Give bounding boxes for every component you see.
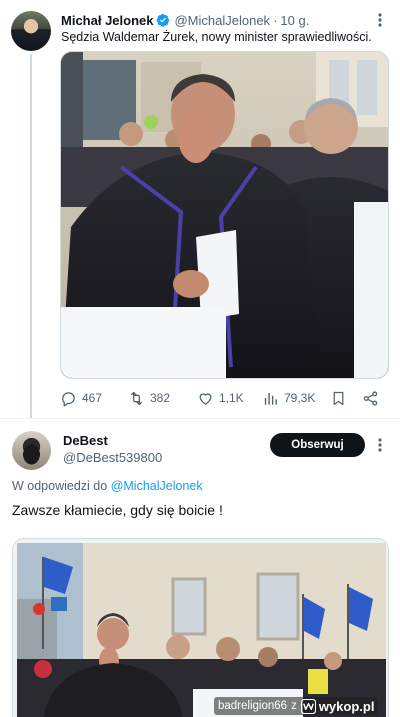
author-avatar[interactable]	[11, 11, 51, 51]
share-button[interactable]	[362, 388, 384, 408]
reply-author-avatar[interactable]	[12, 431, 51, 470]
wykop-watermark: badreligion66 z wykop.pl	[214, 697, 379, 715]
views-icon	[264, 392, 277, 405]
tweet-photo[interactable]	[60, 51, 389, 379]
author-handle[interactable]: @MichalJelonek	[174, 13, 270, 28]
watermark-site: wykop.pl	[318, 698, 375, 714]
tweet-actions: 467 382 1,1K 79,3K	[60, 388, 388, 408]
bookmark-icon	[333, 391, 344, 405]
replying-to: W odpowiedzi do @MichalJelonek	[12, 479, 203, 493]
watermark-user: badreligion66	[218, 700, 288, 712]
watermark-joiner: z	[291, 700, 297, 712]
retweet-icon	[130, 391, 143, 405]
bookmark-button[interactable]	[330, 388, 352, 408]
retweet-count: 382	[150, 391, 171, 405]
retweet-button[interactable]: 382	[128, 388, 170, 408]
reply-photo-illustration	[13, 539, 388, 717]
more-icon[interactable]	[372, 436, 388, 454]
reply-prefix: W odpowiedzi do	[12, 479, 108, 493]
author-name[interactable]: Michał Jelonek	[61, 13, 153, 28]
like-count: 1,1K	[219, 391, 244, 405]
tweet-header: Michał Jelonek @MichalJelonek · 10 g.	[61, 11, 309, 29]
tweet-timestamp[interactable]: 10 g.	[280, 13, 309, 28]
reply-author-name[interactable]: DeBest	[63, 433, 108, 448]
more-icon[interactable]	[372, 11, 388, 29]
reply-text: Zawsze kłamiecie, gdy się boicie !	[12, 502, 223, 518]
tweet-text: Sędzia Waldemar Żurek, nowy minister spr…	[61, 30, 372, 44]
like-icon	[199, 392, 212, 405]
photo-illustration	[61, 52, 388, 378]
reply-photo[interactable]	[12, 538, 389, 717]
verified-icon	[157, 13, 170, 27]
reply-mention-link[interactable]: @MichalJelonek	[111, 479, 203, 493]
views-button[interactable]: 79,3K	[262, 388, 315, 408]
header-separator: ·	[273, 12, 278, 28]
tweet-main[interactable]: Michał Jelonek @MichalJelonek · 10 g. Sę…	[0, 0, 400, 418]
reply-author-handle[interactable]: @DeBest539800	[63, 450, 162, 465]
reply-button[interactable]: 467	[60, 388, 102, 408]
share-icon	[363, 390, 378, 406]
views-count: 79,3K	[284, 391, 316, 405]
follow-button[interactable]: Obserwuj	[270, 433, 365, 457]
thread-line	[30, 54, 32, 418]
tweet-divider	[0, 418, 400, 419]
reply-count: 467	[82, 391, 103, 405]
wykop-logo-icon	[300, 698, 316, 714]
like-button[interactable]: 1,1K	[197, 388, 244, 408]
reply-icon	[62, 391, 75, 407]
